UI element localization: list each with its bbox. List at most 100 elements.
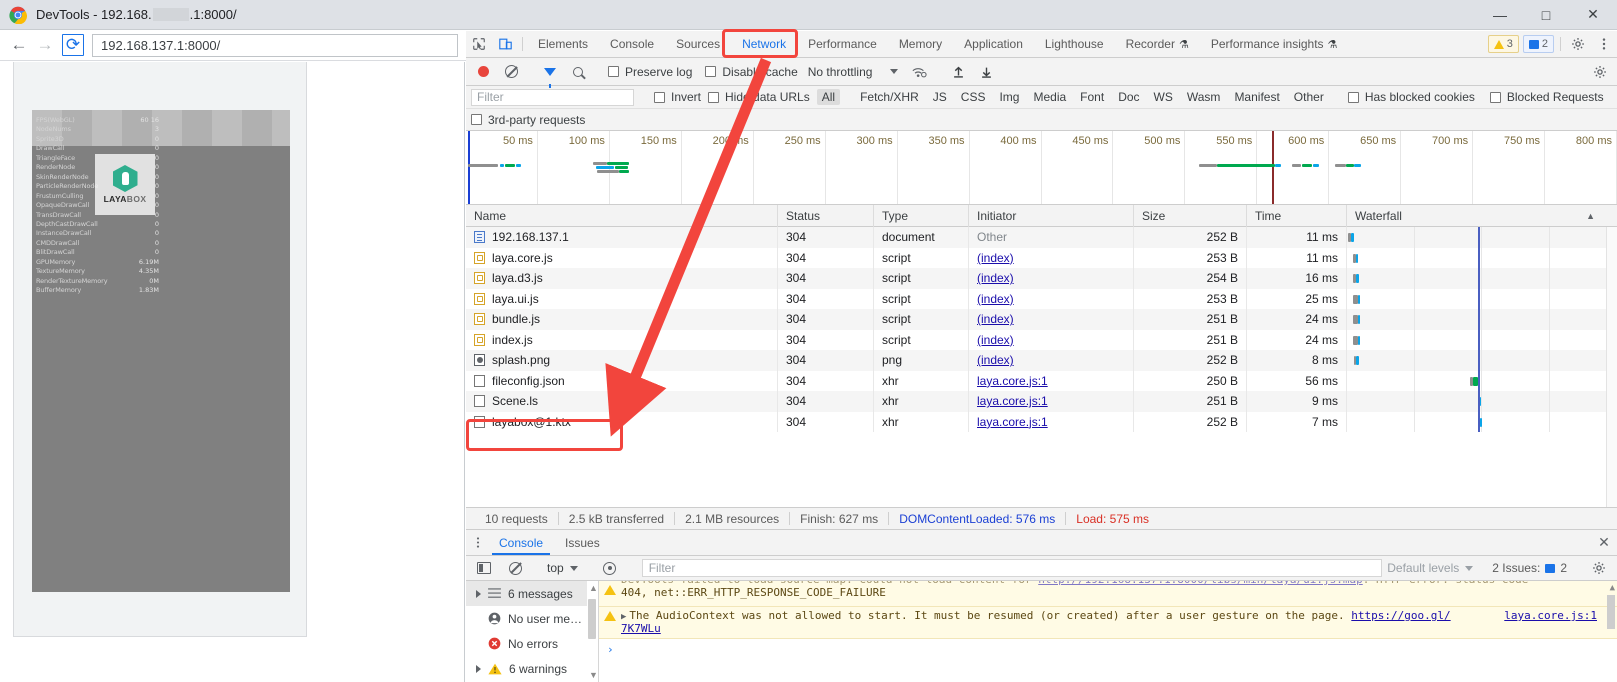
- initiator-value[interactable]: (index): [977, 353, 1014, 367]
- import-har-icon[interactable]: [945, 65, 971, 79]
- hide-data-urls-checkbox[interactable]: Hide data URLs: [708, 90, 810, 104]
- expand-triangle-icon[interactable]: ▶: [621, 612, 626, 622]
- cell-initiator[interactable]: (index): [969, 289, 1134, 310]
- console-sidebar-item[interactable]: No user me…: [466, 606, 598, 631]
- cell-waterfall[interactable]: [1347, 412, 1617, 433]
- column-header-time[interactable]: Time: [1247, 205, 1347, 227]
- execution-context-select[interactable]: top: [547, 561, 578, 575]
- goo-gl-link-continuation[interactable]: 7K7WLu: [621, 622, 661, 635]
- network-overview[interactable]: 50 ms100 ms150 ms200 ms250 ms300 ms350 m…: [466, 131, 1617, 205]
- disable-cache-checkbox[interactable]: Disable cache: [705, 65, 797, 79]
- filter-toggle-button[interactable]: [537, 68, 563, 76]
- inspect-element-icon[interactable]: [466, 31, 492, 57]
- maximize-button[interactable]: □: [1523, 0, 1569, 30]
- console-message-row[interactable]: ▶The AudioContext was not allowed to sta…: [599, 607, 1617, 639]
- cell-initiator[interactable]: laya.core.js:1: [969, 412, 1134, 433]
- cell-waterfall[interactable]: [1347, 248, 1617, 269]
- console-sidebar-scrollbar[interactable]: ▲ ▼: [587, 581, 598, 682]
- table-row[interactable]: laya.d3.js304script(index)254 B16 ms: [466, 268, 1617, 289]
- table-row[interactable]: 192.168.137.1304documentOther252 B11 ms: [466, 227, 1617, 248]
- table-row[interactable]: layabox@1.ktx304xhrlaya.core.js:1252 B7 …: [466, 412, 1617, 433]
- type-filter-doc[interactable]: Doc: [1113, 89, 1144, 105]
- cell-name[interactable]: index.js: [466, 330, 778, 351]
- blocked-requests-checkbox[interactable]: Blocked Requests: [1490, 90, 1604, 104]
- initiator-value[interactable]: laya.core.js:1: [977, 374, 1048, 388]
- cell-waterfall[interactable]: [1347, 227, 1617, 248]
- scroll-down-icon[interactable]: ▼: [589, 670, 598, 680]
- type-filter-font[interactable]: Font: [1075, 89, 1109, 105]
- network-settings-gear-icon[interactable]: [1587, 65, 1613, 79]
- tab-performance[interactable]: Performance: [797, 31, 888, 57]
- drawer-tab-issues[interactable]: Issues: [554, 530, 611, 555]
- message-badge[interactable]: 2: [1523, 35, 1554, 53]
- cell-waterfall[interactable]: [1347, 268, 1617, 289]
- drawer-more-icon[interactable]: [468, 530, 488, 555]
- table-row[interactable]: Scene.ls304xhrlaya.core.js:1251 B9 ms: [466, 391, 1617, 412]
- more-options-icon[interactable]: [1591, 31, 1617, 57]
- column-header-status[interactable]: Status: [778, 205, 874, 227]
- cell-name[interactable]: splash.png: [466, 350, 778, 371]
- preserve-log-checkbox[interactable]: Preserve log: [608, 65, 692, 79]
- scroll-thumb[interactable]: [1607, 595, 1615, 629]
- minimize-button[interactable]: —: [1477, 0, 1523, 30]
- search-button[interactable]: [565, 67, 591, 77]
- network-conditions-button[interactable]: [906, 65, 932, 79]
- console-prompt[interactable]: ›: [599, 639, 1617, 660]
- console-sidebar-item[interactable]: 6 warnings: [466, 656, 598, 681]
- tab-sources[interactable]: Sources: [665, 31, 731, 57]
- type-filter-fetch-xhr[interactable]: Fetch/XHR: [855, 89, 924, 105]
- export-har-icon[interactable]: [973, 65, 999, 79]
- cell-initiator[interactable]: (index): [969, 268, 1134, 289]
- scroll-up-icon[interactable]: ▲: [1610, 583, 1615, 593]
- initiator-value[interactable]: (index): [977, 251, 1014, 265]
- table-scrollbar[interactable]: [1606, 227, 1617, 507]
- log-level-select[interactable]: Default levels: [1387, 561, 1473, 575]
- initiator-value[interactable]: laya.core.js:1: [977, 394, 1048, 408]
- settings-gear-icon[interactable]: [1565, 31, 1591, 57]
- cell-initiator[interactable]: (index): [969, 350, 1134, 371]
- scroll-thumb[interactable]: [588, 599, 596, 639]
- type-filter-ws[interactable]: WS: [1149, 89, 1178, 105]
- cell-waterfall[interactable]: [1347, 309, 1617, 330]
- cell-waterfall[interactable]: [1347, 391, 1617, 412]
- table-row[interactable]: splash.png304png(index)252 B8 ms: [466, 350, 1617, 371]
- cell-name[interactable]: fileconfig.json: [466, 371, 778, 392]
- cell-waterfall[interactable]: [1347, 350, 1617, 371]
- initiator-value[interactable]: (index): [977, 312, 1014, 326]
- record-button[interactable]: [470, 66, 496, 77]
- cell-waterfall[interactable]: [1347, 330, 1617, 351]
- table-row[interactable]: laya.ui.js304script(index)253 B25 ms: [466, 289, 1617, 310]
- forward-icon[interactable]: →: [32, 33, 58, 57]
- third-party-checkbox[interactable]: 3rd-party requests: [471, 113, 585, 127]
- tab-memory[interactable]: Memory: [888, 31, 953, 57]
- address-bar[interactable]: 192.168.137.1:8000/: [92, 34, 458, 57]
- initiator-value[interactable]: (index): [977, 333, 1014, 347]
- cell-initiator[interactable]: (index): [969, 248, 1134, 269]
- table-row[interactable]: fileconfig.json304xhrlaya.core.js:1250 B…: [466, 371, 1617, 392]
- tab-recorder[interactable]: Recorder⚗: [1115, 31, 1200, 57]
- has-blocked-cookies-checkbox[interactable]: Has blocked cookies: [1348, 90, 1475, 104]
- cell-name[interactable]: Scene.ls: [466, 391, 778, 412]
- tab-application[interactable]: Application: [953, 31, 1034, 57]
- type-filter-media[interactable]: Media: [1028, 89, 1071, 105]
- cell-name[interactable]: laya.ui.js: [466, 289, 778, 310]
- column-header-waterfall[interactable]: Waterfall▲: [1347, 205, 1617, 227]
- console-sidebar-item[interactable]: No errors: [466, 631, 598, 656]
- type-filter-js[interactable]: JS: [928, 89, 952, 105]
- sort-arrow-icon[interactable]: ▲: [1586, 211, 1595, 221]
- cell-initiator[interactable]: (index): [969, 309, 1134, 330]
- cell-waterfall[interactable]: [1347, 289, 1617, 310]
- cell-waterfall[interactable]: [1347, 371, 1617, 392]
- drawer-tab-console[interactable]: Console: [488, 530, 554, 555]
- tab-elements[interactable]: Elements: [527, 31, 599, 57]
- warning-badge[interactable]: 3: [1488, 35, 1519, 53]
- console-settings-gear-icon[interactable]: [1586, 561, 1612, 575]
- column-header-initiator[interactable]: Initiator: [969, 205, 1134, 227]
- invert-checkbox[interactable]: Invert: [654, 90, 701, 104]
- live-expression-button[interactable]: [597, 562, 623, 575]
- type-filter-all[interactable]: All: [817, 89, 840, 105]
- expand-triangle-icon[interactable]: [476, 590, 481, 598]
- cell-initiator[interactable]: laya.core.js:1: [969, 371, 1134, 392]
- table-row[interactable]: laya.core.js304script(index)253 B11 ms: [466, 248, 1617, 269]
- cell-name[interactable]: 192.168.137.1: [466, 227, 778, 248]
